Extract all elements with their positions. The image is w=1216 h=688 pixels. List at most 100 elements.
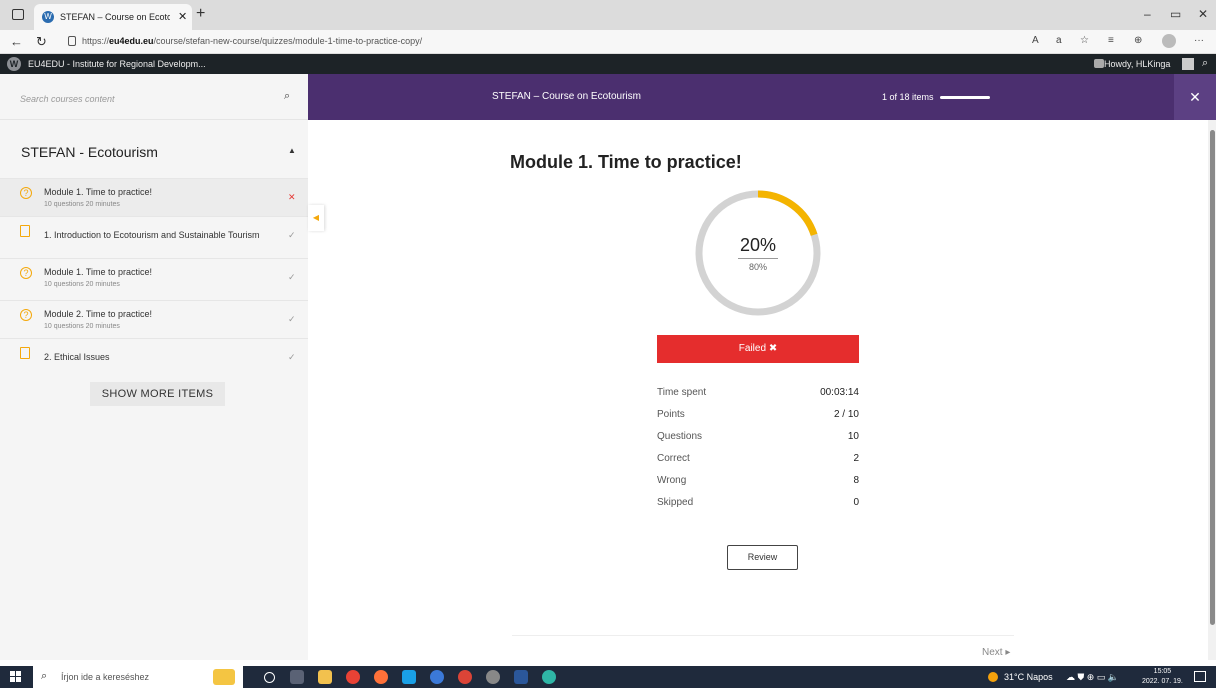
item-label: Module 2. Time to practice! [44,309,153,319]
close-course-icon[interactable]: ✕ [1174,74,1216,120]
tray-icons[interactable]: ☁ ⛊ ⊕ ▭ 🔈 [1066,672,1119,683]
site-name-link[interactable]: EU4EDU - Institute for Regional Developm… [28,59,206,69]
new-tab-icon[interactable]: + [196,5,205,23]
app-icon[interactable] [430,670,444,684]
passing-grade: 80% [748,262,767,272]
collapse-section-icon[interactable]: ▲ [288,146,296,155]
sidebar-search: Search courses content ⌕ [0,74,308,120]
stat-label: Wrong [657,475,687,486]
minimize-icon[interactable]: – [1144,7,1151,21]
review-button[interactable]: Review [727,545,798,570]
windows-taskbar: ⌕ Írjon ide a kereséshez 31°C Napos ☁ ⛊ … [0,666,1216,688]
profile-avatar-icon[interactable] [1162,34,1176,48]
next-link[interactable]: Next ▸ [982,647,1010,658]
chrome-icon[interactable] [346,670,360,684]
windows-start-icon[interactable] [10,671,22,683]
back-icon[interactable]: ← [10,34,23,49]
search-icon[interactable]: ⌕ [284,90,290,103]
weather-text[interactable]: 31°C Napos [1004,672,1053,682]
search-icon: ⌕ [41,670,48,682]
admin-search-icon[interactable]: ⌕ [1202,57,1208,70]
read-aloud-icon[interactable]: A [1032,35,1039,46]
user-avatar[interactable] [1182,58,1194,70]
result-status-badge: Failed ✖ [657,335,859,363]
firefox-icon[interactable] [374,670,388,684]
scrollbar-thumb[interactable] [1210,130,1215,625]
favorite-star-icon[interactable]: ☆ [1080,35,1089,46]
restore-icon[interactable]: ▭ [1170,7,1181,21]
quiz-icon: ? [20,267,32,279]
curriculum-item-quiz[interactable]: ? Module 1. Time to practice! 10 questio… [0,178,308,216]
completed-check-icon: ✓ [288,272,296,282]
stat-label: Skipped [657,497,694,508]
lock-icon[interactable] [68,36,76,46]
store-icon[interactable] [402,670,416,684]
search-input[interactable]: Search courses content [20,94,115,104]
stat-row: Skipped 0 [657,497,859,513]
course-sidebar: Search courses content ⌕ STEFAN - Ecotou… [0,74,308,660]
curriculum-item-quiz[interactable]: ? Module 1. Time to practice! 10 questio… [0,258,308,296]
weather-sun-icon[interactable] [988,672,998,682]
stat-value: 00:03:14 [820,387,859,398]
chrome-alt-icon[interactable] [486,670,500,684]
document-icon [20,347,30,359]
taskbar-search-input[interactable]: Írjon ide a kereséshez [61,672,149,682]
stat-label: Correct [657,453,690,464]
wordpress-favicon-icon: W [42,11,54,23]
browser-tab[interactable]: W STEFAN – Course on Ecotourism ✕ [34,4,192,30]
comments-icon[interactable] [1094,59,1104,68]
wp-admin-bar: W EU4EDU - Institute for Regional Develo… [0,54,1216,74]
task-view-icon[interactable] [290,670,304,684]
tab-actions-icon[interactable] [12,9,24,20]
address-bar: ← ↻ https://eu4edu.eu/course/stefan-new-… [0,30,1216,54]
result-label: Failed [738,343,767,354]
close-window-icon[interactable]: ✕ [1198,7,1208,21]
clock-time: 15:05 [1153,668,1172,675]
reload-icon[interactable]: ↻ [36,34,47,50]
stat-label: Questions [657,431,703,442]
score-percent: 20% [739,235,777,255]
completed-check-icon: ✓ [288,230,296,240]
chrome-profile-icon[interactable] [458,670,472,684]
item-label: 2. Ethical Issues [44,352,110,362]
quiz-icon: ? [20,187,32,199]
tab-title: STEFAN – Course on Ecotourism [60,12,170,22]
item-label: 1. Introduction to Ecotourism and Sustai… [44,230,260,240]
stat-value: 8 [853,475,859,486]
edge-icon[interactable] [542,670,556,684]
notifications-icon[interactable] [1194,671,1206,682]
translate-icon[interactable]: a [1056,35,1062,46]
completed-check-icon: ✓ [288,352,296,362]
item-meta: 10 questions 20 minutes [44,323,120,330]
next-label: Next [982,647,1003,658]
cortana-icon[interactable] [264,672,275,683]
curriculum-item-quiz[interactable]: ? Module 2. Time to practice! 10 questio… [0,300,308,338]
course-title: STEFAN – Course on Ecotourism [492,91,641,102]
curriculum-item-lesson[interactable]: 2. Ethical Issues ✓ [0,338,308,376]
wordpress-logo-icon[interactable]: W [7,57,21,71]
next-arrow-icon: ▸ [1005,647,1011,658]
stat-row: Questions 10 [657,431,859,447]
failed-icon: ✕ [288,192,296,202]
score-divider [738,258,778,259]
content-divider [512,635,1014,636]
stat-row: Wrong 8 [657,475,859,491]
curriculum-item-lesson[interactable]: 1. Introduction to Ecotourism and Sustai… [0,216,308,254]
favorites-list-icon[interactable]: ≡ [1108,35,1114,46]
more-menu-icon[interactable]: ··· [1194,35,1204,46]
show-more-button[interactable]: SHOW MORE ITEMS [90,382,225,406]
stat-value: 10 [847,431,859,442]
collapse-sidebar-icon[interactable]: ◀ [308,205,324,231]
collections-icon[interactable]: ⊕ [1134,35,1142,46]
howdy-user[interactable]: Howdy, HLKinga [1104,59,1170,69]
close-tab-icon[interactable]: ✕ [178,10,187,23]
system-clock[interactable]: 15:05 2022. 07. 19. [1142,667,1183,687]
section-title[interactable]: STEFAN - Ecotourism [21,144,158,160]
stat-value: 2 / 10 [833,409,859,420]
taskbar-search[interactable]: ⌕ Írjon ide a kereséshez [33,666,243,688]
file-explorer-icon[interactable] [318,670,332,684]
stat-row: Correct 2 [657,453,859,469]
failed-x-icon: ✖ [768,343,778,354]
url-field[interactable]: https://eu4edu.eu/course/stefan-new-cour… [82,36,422,46]
word-icon[interactable] [514,670,528,684]
